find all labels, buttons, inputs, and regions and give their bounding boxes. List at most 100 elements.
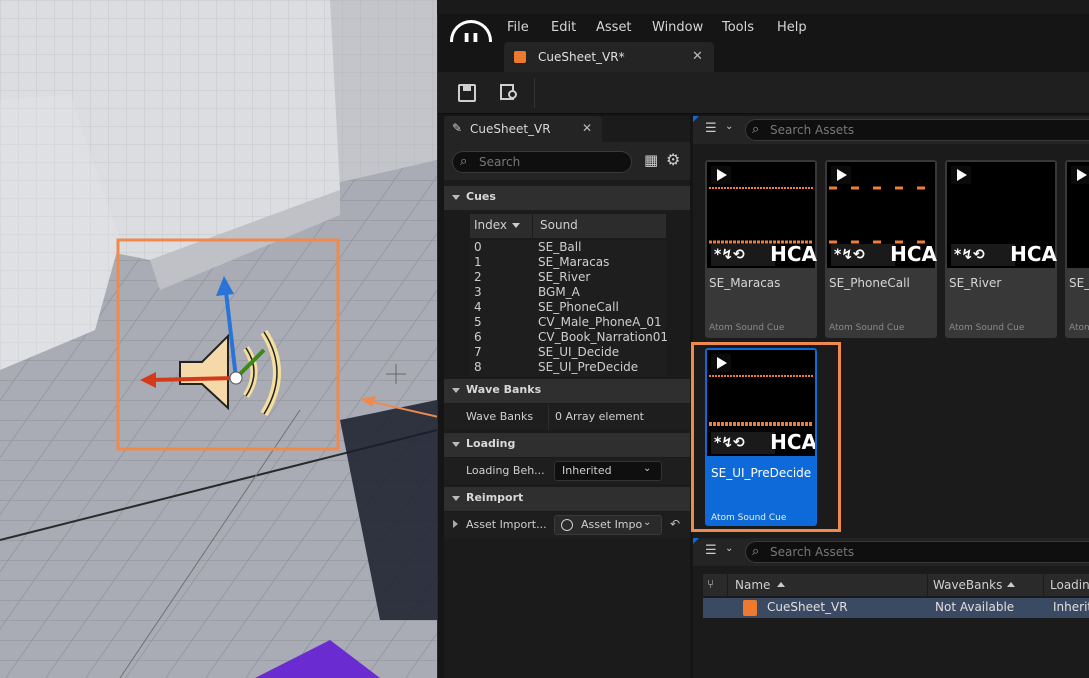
- reset-arrow-icon[interactable]: ↶: [670, 517, 680, 531]
- asset-tile[interactable]: *↯⟲ HCA SE_River Atom Sound Cue: [945, 160, 1057, 338]
- filter-icon[interactable]: ☰: [705, 121, 717, 136]
- chevron-down-icon: ⌄: [643, 517, 652, 528]
- table-row[interactable]: 7 SE_UI_Decide: [470, 345, 666, 360]
- cue-table-header: Index Sound: [470, 214, 666, 238]
- asset-tile[interactable]: *↯⟲ HCA SE_PhoneCall Atom Sound Cue: [825, 160, 937, 338]
- table-row[interactable]: 5 CV_Male_PhoneA_01: [470, 315, 666, 330]
- column-index[interactable]: Index: [474, 218, 507, 232]
- asset-tile[interactable]: SE_ Atom: [1065, 160, 1089, 338]
- asset-type: Atom: [1069, 323, 1089, 333]
- asset-type: Atom Sound Cue: [829, 323, 905, 333]
- menu-asset[interactable]: Asset: [596, 20, 632, 35]
- asset-type: Atom Sound Cue: [711, 513, 787, 523]
- filter-icon[interactable]: ☰: [705, 543, 717, 558]
- table-row[interactable]: 0 SE_Ball: [470, 240, 666, 255]
- menu-help[interactable]: Help: [777, 20, 807, 35]
- asset-name: SE_Maracas: [709, 276, 781, 290]
- cuesheet-icon: [514, 51, 526, 63]
- menu-tools[interactable]: Tools: [722, 20, 754, 35]
- browse-asset-icon[interactable]: [500, 82, 520, 102]
- gear-icon[interactable]: ⚙: [666, 150, 680, 169]
- asset-tile[interactable]: *↯⟲ HCA SE_Maracas Atom Sound Cue: [705, 160, 817, 338]
- play-icon[interactable]: [711, 166, 731, 184]
- asset-picker-panel: ☰ ⌄ ⌕ Search Assets *↯⟲ HCA SE_Maracas A…: [691, 116, 1089, 678]
- asset-tile-selected[interactable]: *↯⟲ HCA SE_UI_PreDecide Atom Sound Cue: [705, 348, 817, 526]
- menu-window[interactable]: Window: [652, 20, 703, 35]
- asset-name: SE_UI_PreDecide: [711, 466, 812, 480]
- asset-search-input[interactable]: ⌕ Search Assets: [745, 119, 1089, 141]
- search-placeholder: Search: [479, 155, 521, 169]
- menu-file[interactable]: File: [507, 20, 529, 35]
- asset-list-search-input[interactable]: ⌕ Search Assets: [745, 541, 1089, 563]
- hierarchy-icon[interactable]: ⑂: [707, 577, 714, 591]
- table-view-icon[interactable]: ▦: [644, 151, 658, 169]
- sort-down-icon[interactable]: [512, 223, 520, 228]
- close-icon[interactable]: ✕: [582, 121, 592, 135]
- cuesheet-editor-window: U File Edit Asset Window Tools Help CueS…: [437, 14, 1089, 678]
- asset-type: Atom Sound Cue: [709, 323, 785, 333]
- table-row[interactable]: 4 SE_PhoneCall: [470, 300, 666, 315]
- section-reimport[interactable]: Reimport: [444, 487, 690, 511]
- edit-pencil-icon: ✎: [452, 121, 463, 135]
- level-viewport[interactable]: [0, 0, 437, 678]
- toolbar-divider: [534, 78, 535, 108]
- chevron-down-icon[interactable]: ⌄: [725, 543, 733, 554]
- play-icon[interactable]: [1071, 166, 1089, 184]
- tab-cuesheet-vr[interactable]: CueSheet_VR* ✕: [504, 42, 714, 72]
- sort-up-icon[interactable]: [1007, 582, 1015, 587]
- tab-details[interactable]: ✎ CueSheet_VR ✕: [444, 116, 602, 142]
- play-icon[interactable]: [951, 166, 971, 184]
- chevron-down-icon[interactable]: ⌄: [725, 121, 733, 132]
- property-label: Wave Banks: [466, 410, 534, 423]
- section-loading[interactable]: Loading: [444, 433, 690, 457]
- codec-label: HCA: [1010, 242, 1057, 266]
- asset-name: SE_River: [949, 276, 1002, 290]
- codec-label: HCA: [770, 242, 817, 266]
- table-row[interactable]: 2 SE_River: [470, 270, 666, 285]
- details-search-bar: ⌕ Search ▦ ⚙: [444, 142, 690, 180]
- asset-import-dropdown[interactable]: Asset Impo ⌄: [554, 515, 662, 535]
- save-icon[interactable]: [458, 84, 476, 102]
- menu-bar: U File Edit Asset Window Tools Help: [438, 14, 1089, 62]
- close-icon[interactable]: ✕: [692, 49, 703, 64]
- cuesheet-file-icon: [743, 600, 757, 616]
- sort-up-icon[interactable]: [777, 582, 785, 587]
- column-name[interactable]: Name: [735, 578, 770, 592]
- tab-title: CueSheet_VR*: [538, 50, 625, 64]
- play-icon[interactable]: [831, 166, 851, 184]
- details-panel: ✎ CueSheet_VR ✕ ⌕ Search ▦ ⚙ Cues Index …: [444, 116, 690, 678]
- document-tab-bar: CueSheet_VR* ✕: [438, 42, 1089, 72]
- asset-list-panel: ☰ ⌄ ⌕ Search Assets ⑂ Name WaveBanks Loa…: [693, 538, 1089, 678]
- table-row[interactable]: CueSheet_VR Not Available Inherit: [703, 598, 1089, 618]
- table-row[interactable]: 8 SE_UI_PreDecide: [470, 360, 666, 375]
- menu-edit[interactable]: Edit: [551, 20, 576, 35]
- column-sound[interactable]: Sound: [540, 218, 578, 232]
- codec-label: HCA: [890, 242, 937, 266]
- details-search-input[interactable]: ⌕ Search: [452, 151, 632, 173]
- table-row[interactable]: 3 BGM_A: [470, 285, 666, 300]
- section-cues[interactable]: Cues: [444, 186, 690, 210]
- atom-cue-badge-icon: *↯⟲: [711, 432, 775, 454]
- column-loading[interactable]: Loadin: [1050, 578, 1089, 592]
- property-wave-banks: Wave Banks 0 Array element: [444, 404, 690, 430]
- asset-name: SE_PhoneCall: [829, 276, 910, 290]
- section-wave-banks[interactable]: Wave Banks: [444, 379, 690, 403]
- atom-cue-badge-icon: *↯⟲: [951, 244, 1015, 266]
- toolbar: [438, 72, 1089, 114]
- property-label: Loading Beh...: [466, 464, 545, 477]
- atom-cue-badge-icon: *↯⟲: [711, 244, 775, 266]
- property-value: 0 Array element: [555, 410, 644, 423]
- viewport-scene: [0, 0, 437, 678]
- asset-list-filter-bar: ☰ ⌄ ⌕ Search Assets: [693, 538, 1089, 566]
- search-placeholder: Search Assets: [770, 123, 855, 137]
- search-icon: ⌕: [752, 122, 760, 137]
- asset-list-header: ⑂ Name WaveBanks Loadin: [703, 574, 1089, 596]
- column-wavebanks[interactable]: WaveBanks: [933, 578, 1002, 592]
- expand-arrow-icon[interactable]: [453, 520, 458, 528]
- table-row[interactable]: 6 CV_Book_Narration01: [470, 330, 668, 345]
- chevron-down-icon: ⌄: [643, 463, 652, 474]
- play-icon[interactable]: [711, 354, 731, 372]
- table-row[interactable]: 1 SE_Maracas: [470, 255, 666, 270]
- loading-behavior-dropdown[interactable]: Inherited ⌄: [554, 461, 662, 481]
- search-placeholder: Search Assets: [770, 545, 855, 559]
